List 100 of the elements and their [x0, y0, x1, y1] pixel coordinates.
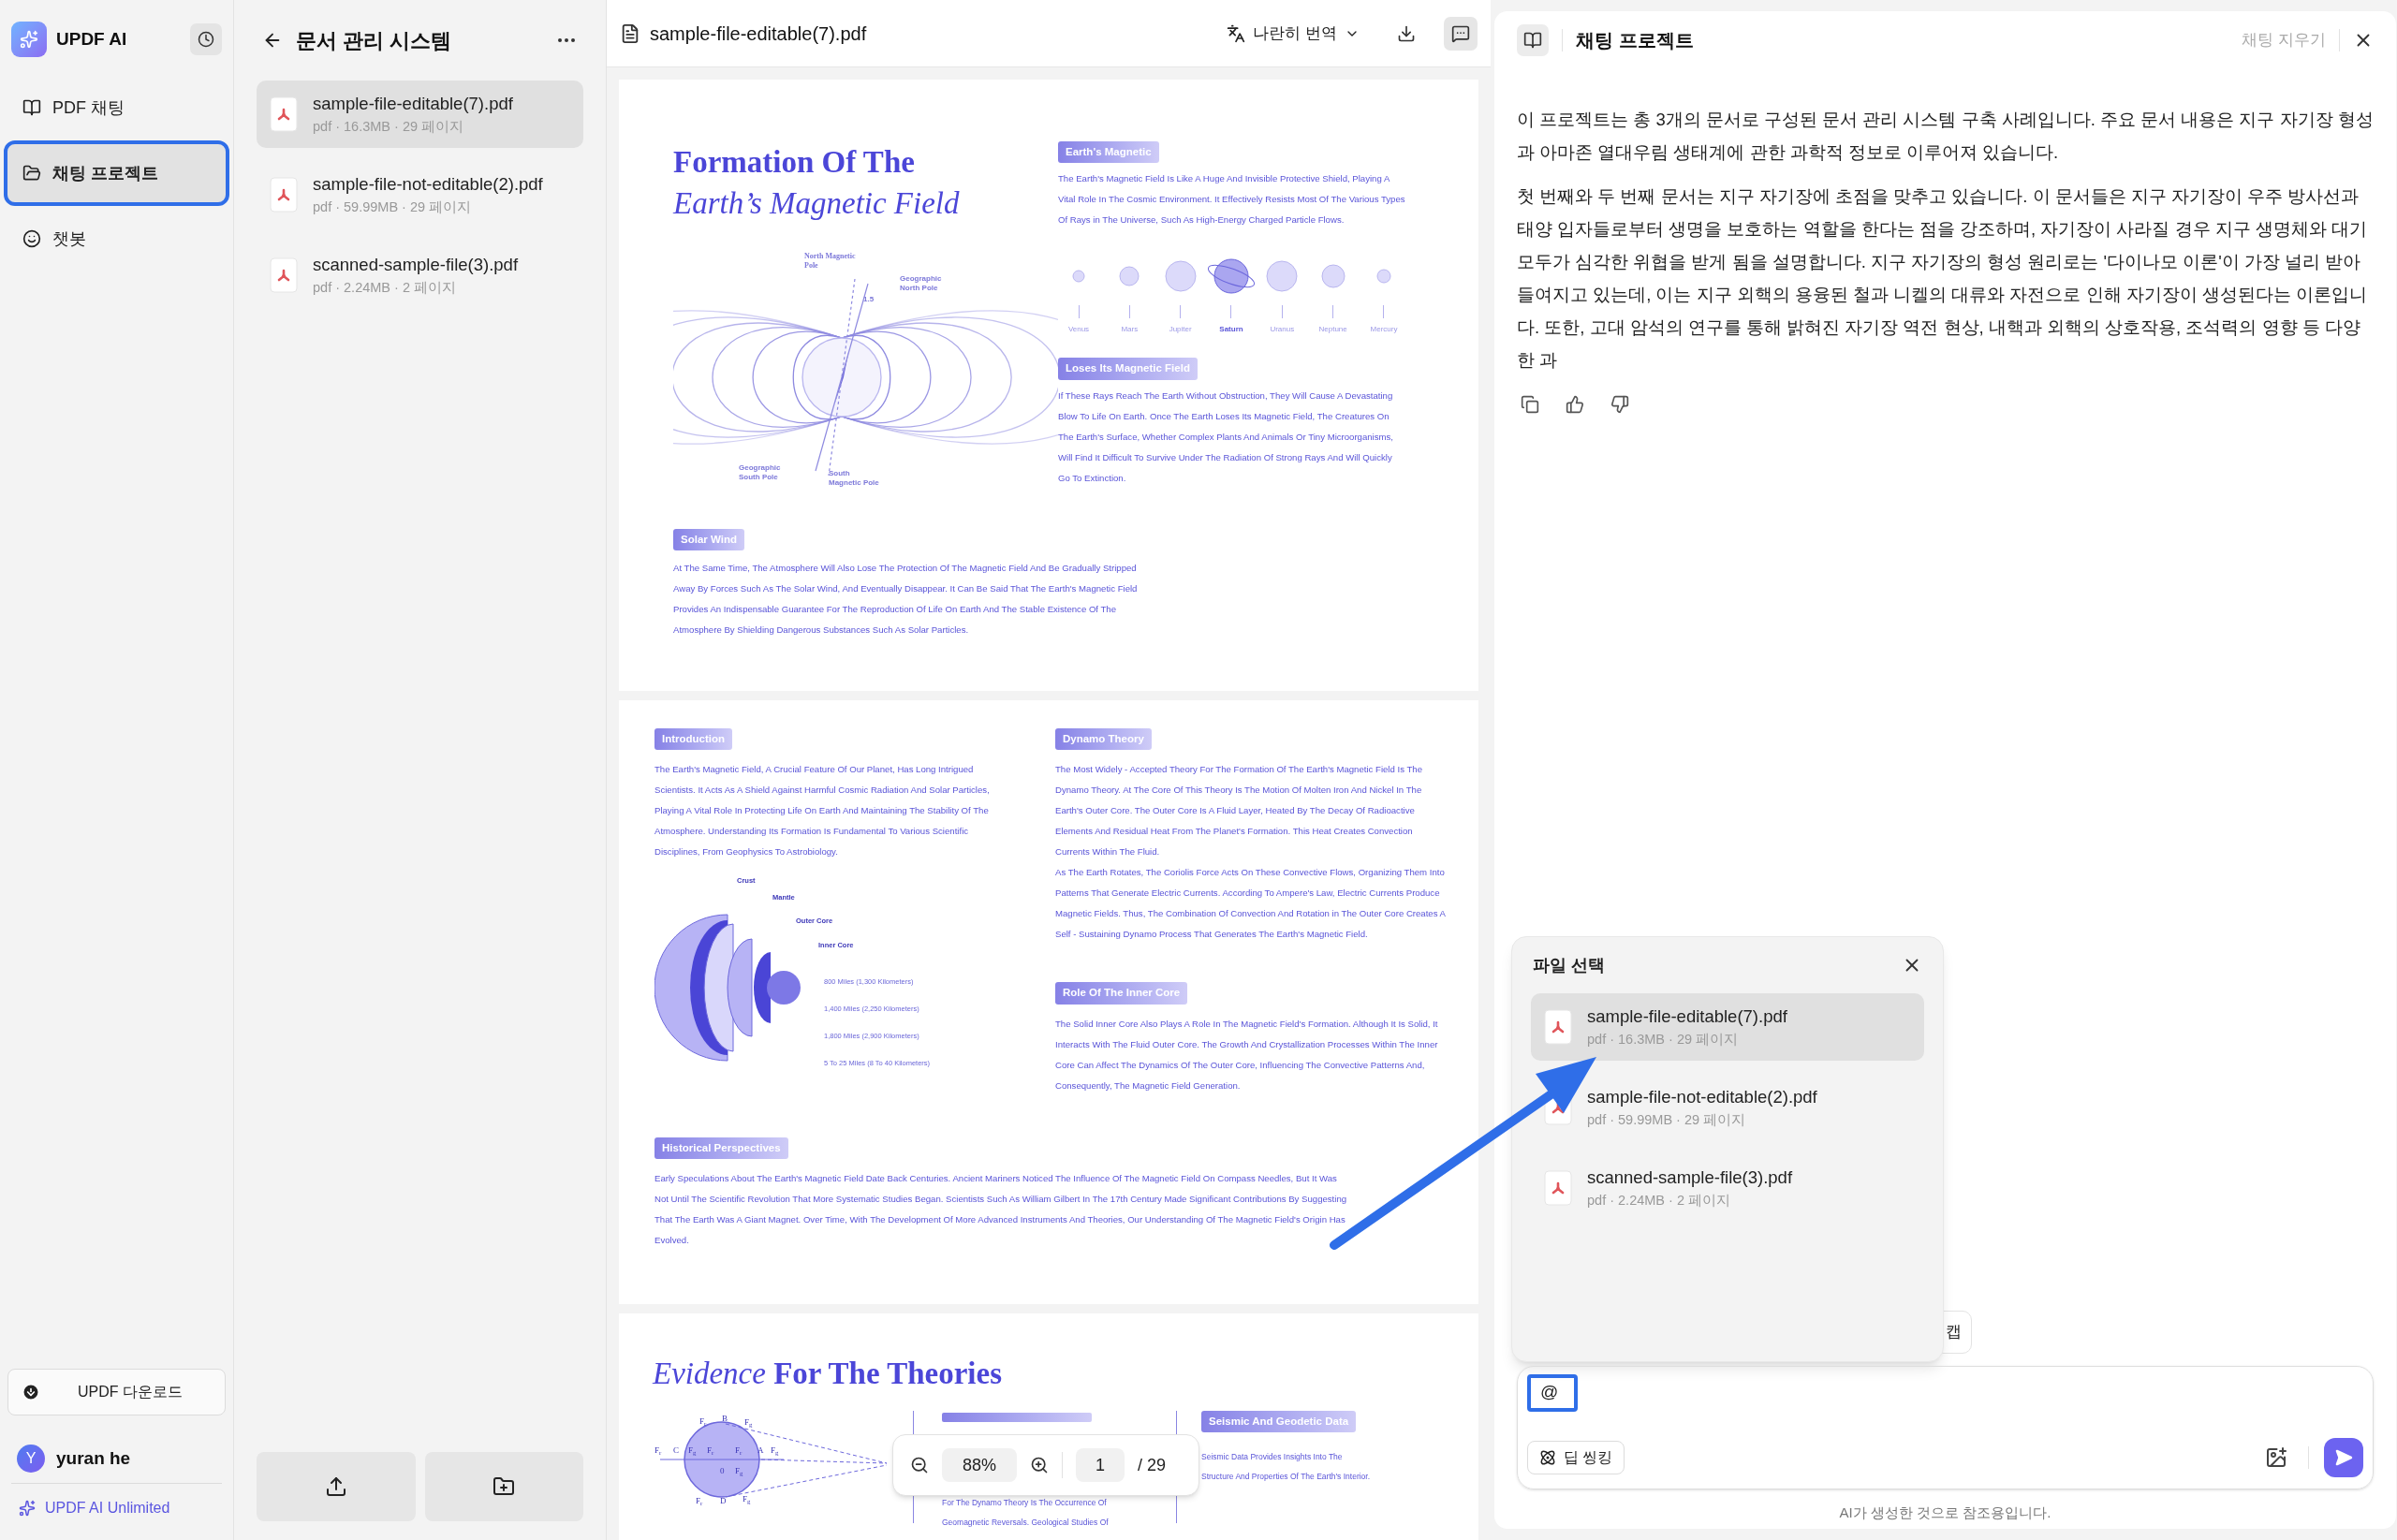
translate-button[interactable]: 나란히 번역 — [1227, 21, 1360, 46]
body-text: The Earth's Magnetic Field, A Crucial Feature Of Our Planet, Has Long Intrigued Scientists. It Acts As A Shield Against Harmful Cosmic Radiation And Solar Particles, Playing A Vital Role In Protecting Life On Earth And Maintaining The Stability Of The Atmosphere. Understanding Its Formation Is Fundamental To Various Scientific Disciplines, From Geophysics To Astrobiology. — [654, 763, 991, 859]
force-label: 0 — [720, 1465, 725, 1477]
atom-icon — [1539, 1448, 1556, 1466]
user-avatar: Y — [17, 1445, 45, 1473]
pdf-file-icon — [1544, 1009, 1572, 1045]
chat-message: 첫 번째와 두 번째 문서는 지구 자기장에 초점을 맞추고 있습니다. 이 문서들은 지구 자기장이 우주 방사선과 태양 입자들로부터 생명을 보호하는 역할을 한다는 점을 강조하며, 자기장이 사라질 경우 지구 생명체와 대기 모두가 심각한 위협을 받게 됨을 설명합니다. 지구 자기장의 형성 원리로는 '다이나모 이론'이 가장 널리 받아들여지고 있는데, 이는 지구 외핵의 용융된 철과 니켈의 대류와 자전으로 인해 자기장이 생성된다는 이론입니다. 또한, 고대 암석의 연구를 통해 밝혀진 자기장 역전 현상, 내핵과 외핵의 상호작용, 조석력의 영향 등 다양한 과 — [1517, 185, 2368, 372]
section-heading: Introduction — [654, 728, 733, 751]
clock-icon — [198, 31, 214, 48]
chat-message: 이 프로젝트는 총 3개의 문서로 구성된 문서 관리 시스템 구축 사례입니다. 주요 문서 내용은 지구 자기장 형성과 아마존 열대우림 생태계에 관한 과학적 정보로 이루어져 있습니다. — [1517, 109, 2374, 164]
file-meta: pdf · 16.3MB · 29 페이지 — [313, 118, 465, 136]
file-item[interactable]: scanned-sample-file(3).pdf pdf · 2.24MB · 2 페이지 — [257, 242, 583, 309]
body-text: For The Dynamo Theory Is The Occurrence Of — [942, 1497, 1108, 1509]
page-total: / 29 — [1138, 1454, 1167, 1476]
file-option[interactable]: sample-file-editable(7).pdf pdf · 16.3MB · 29 페이지 — [1531, 993, 1924, 1061]
file-meta: pdf · 59.99MB · 29 페이지 — [1587, 1111, 1747, 1129]
body-text: The Earth's Magnetic Field Is Like A Huge And Invisible Protective Shield, Playing A Vital Role In The Cosmic Environment. It Effectively Resists Most Of The Various Types Of Rays in The Universe, Such As High-Energy Charged Particle Flows. — [1058, 172, 1406, 227]
file-item[interactable]: sample-file-editable(7).pdf pdf · 16.3MB · 29 페이지 — [257, 81, 583, 148]
section-heading: Earth's Magnetic — [1058, 141, 1159, 164]
file-meta: pdf · 59.99MB · 29 페이지 — [313, 198, 473, 216]
pdf-file-icon — [270, 177, 298, 213]
file-name: sample-file-not-editable(2).pdf — [1587, 1086, 1817, 1109]
body-text: At The Same Time, The Atmosphere Will Also Lose The Protection Of The Magnetic Field And Be Gradually Stripped Away By Forces Such As The Solar Wind, And Eventually Disappear. It Can Be Said That The Earth's Magnetic Field Provides An Indispensable Guarantee For The Reproduction Of Life On Earth And The Stable Existence Of The Atmosphere By Shielding Dangerous Substances Such As Solar Particles. — [673, 562, 1139, 638]
zoom-in-button[interactable] — [1030, 1456, 1049, 1474]
sparkle-icon — [19, 1500, 36, 1517]
file-name: sample-file-not-editable(2).pdf — [313, 173, 543, 197]
force-label: F$_{r}$ — [654, 1445, 662, 1458]
sidebar-item[interactable]: 챗봇 — [7, 210, 226, 268]
image-upload-icon[interactable] — [2265, 1445, 2287, 1469]
planet-label: Neptune — [1318, 324, 1347, 336]
zoom-out-button[interactable] — [910, 1456, 929, 1474]
section-heading: Solar Wind — [673, 529, 744, 551]
body-text: As The Earth Rotates, The Coriolis Force Acts On These Convective Flows, Organizing Them Into Patterns That Generate Electric Currents. According To Ampere's Law, Electric Currents Produce Magnetic Fields. Thus, The Combination Of Convection And Rotation in The Outer Core Creates A Self - Sustaining Dynamo Process That Generates The Earth's Magnetic Field. — [1055, 866, 1447, 942]
book-icon[interactable] — [1517, 24, 1549, 56]
pdf-file-icon — [1544, 1170, 1572, 1206]
force-label: F$_{r}$ — [696, 1495, 703, 1508]
diagram-label: Geographic North Pole — [900, 274, 943, 293]
force-label: D — [720, 1495, 727, 1507]
download-button[interactable]: UPDF 다운로드 — [7, 1369, 226, 1415]
section-heading: Loses Its Magnetic Field — [1058, 358, 1198, 380]
section-heading: Seismic And Geodetic Data — [1201, 1411, 1357, 1433]
planet-label: Uranus — [1270, 324, 1295, 336]
viewer-file-name: sample-file-editable(7).pdf — [650, 22, 868, 46]
plan-label: UPDF AI Unlimited — [45, 1499, 170, 1518]
document-title: Evidence For The Theories — [653, 1356, 1003, 1392]
section-heading: Role Of The Inner Core — [1055, 982, 1188, 1005]
copy-icon[interactable] — [1521, 395, 1539, 414]
file-meta: pdf · 2.24MB · 2 페이지 — [313, 279, 457, 297]
planet-label: Venus — [1067, 324, 1090, 336]
body-text: The Solid Inner Core Also Plays A Role In The Magnetic Field's Formation. Although It Is Solid, It Interacts With The Fluid Outer Core. The Growth And Crystallization Processes Within The Inner Core Can Affect The Dynamics Of The Outer Core, Influencing The Convective Patterns And, Consequently, The Magnetic Field Generation. — [1055, 1017, 1439, 1093]
upload-icon — [324, 1475, 347, 1498]
document-subtitle: Earth’s Magnetic Field — [673, 185, 961, 222]
planet-label: Saturn — [1219, 324, 1243, 336]
chat-bubble-icon — [1451, 23, 1470, 43]
diagram-label: Geographic South Pole — [739, 463, 782, 482]
thumbs-down-icon[interactable] — [1610, 395, 1629, 414]
file-name: sample-file-editable(7).pdf — [313, 93, 513, 116]
force-label: F$_{g}$ — [735, 1465, 743, 1478]
bot-icon — [22, 229, 41, 248]
planet-label: Jupiter — [1169, 324, 1192, 336]
file-option[interactable]: scanned-sample-file(3).pdf pdf · 2.24MB · 2 페이지 — [1531, 1154, 1924, 1222]
body-text: If These Rays Reach The Earth Without Obstruction, They Will Cause A Devastating Blow To Life On Earth. Once The Earth Loses Its Magnetic Field, The Creatures On The Earth's Surface, Whether Complex Plants And Animals Or Tiny Microorganisms, Will Find It Difficult To Survive Under The Radiation Of Strong Rays And Will Quickly Go To Extinction. — [1058, 389, 1394, 485]
force-label: F$_{r}$ — [699, 1415, 707, 1429]
force-label: C — [673, 1445, 679, 1457]
body-text: The Most Widely - Accepted Theory For The Formation Of The Earth's Magnetic Field Is The Dynamo Theory. At The Core Of This Theory Is The Motion Of Molten Iron And Nickel In The Earth's Outer Core. The Outer Core Is A Fluid Layer, Heated By The Decay Of Radioactive Elements And Residual Heat From The Planet's Formation. This Heat Creates Convection Currents Within The Fluid. — [1055, 763, 1423, 859]
document-title: Formation Of The — [673, 144, 916, 181]
force-label: F$_{g}$ — [743, 1493, 751, 1506]
project-title: 문서 관리 시스템 — [296, 27, 453, 54]
chip-label: 캡 — [1946, 1322, 1962, 1343]
diagram-label: North Magnetic Pole — [804, 252, 857, 271]
body-text: Structure And Properties Of The Earth's Interior. — [1201, 1471, 1371, 1484]
diagram-label: South Magnetic Pole — [829, 469, 880, 488]
folder-icon — [22, 164, 41, 183]
file-name: scanned-sample-file(3).pdf — [313, 254, 519, 277]
send-icon — [2334, 1447, 2353, 1467]
thumbs-up-icon[interactable] — [1566, 395, 1584, 414]
diagram-label: 1.5 — [863, 295, 875, 304]
app-name: UPDF AI — [56, 27, 128, 51]
user-name: yuran he — [56, 1446, 131, 1470]
message-input[interactable]: @ 딥 씽킹 — [1517, 1365, 2374, 1489]
folder-plus-icon — [493, 1475, 516, 1498]
input-text: @ — [1527, 1373, 1578, 1412]
deep-thinking-button[interactable]: 딥 씽킹 — [1527, 1440, 1625, 1474]
chat-toggle-button[interactable] — [1444, 16, 1478, 51]
page-number-field[interactable]: 1 — [1076, 1448, 1125, 1482]
pdf-file-icon — [270, 257, 298, 293]
translate-icon — [1227, 23, 1246, 43]
send-button[interactable] — [2324, 1437, 2363, 1477]
file-meta: pdf · 2.24MB · 2 페이지 — [1587, 1192, 1731, 1210]
file-meta: pdf · 16.3MB · 29 페이지 — [1587, 1031, 1740, 1049]
download-icon[interactable] — [1397, 23, 1416, 43]
download-icon — [22, 1383, 40, 1401]
body-text: Geomagnetic Reversals. Geological Studies Of — [942, 1517, 1110, 1529]
app-logo — [11, 22, 47, 57]
body-text: Seismic Data Provides Insights Into The — [1201, 1451, 1344, 1464]
file-item[interactable]: sample-file-not-editable(2).pdf pdf · 59.99MB · 29 페이지 — [257, 161, 583, 228]
history-button[interactable] — [190, 23, 222, 55]
sidebar-item[interactable]: PDF 채팅 — [7, 79, 226, 137]
planet-label: Mercury — [1370, 324, 1398, 336]
chat-title: 채팅 프로젝트 — [1576, 29, 1695, 52]
